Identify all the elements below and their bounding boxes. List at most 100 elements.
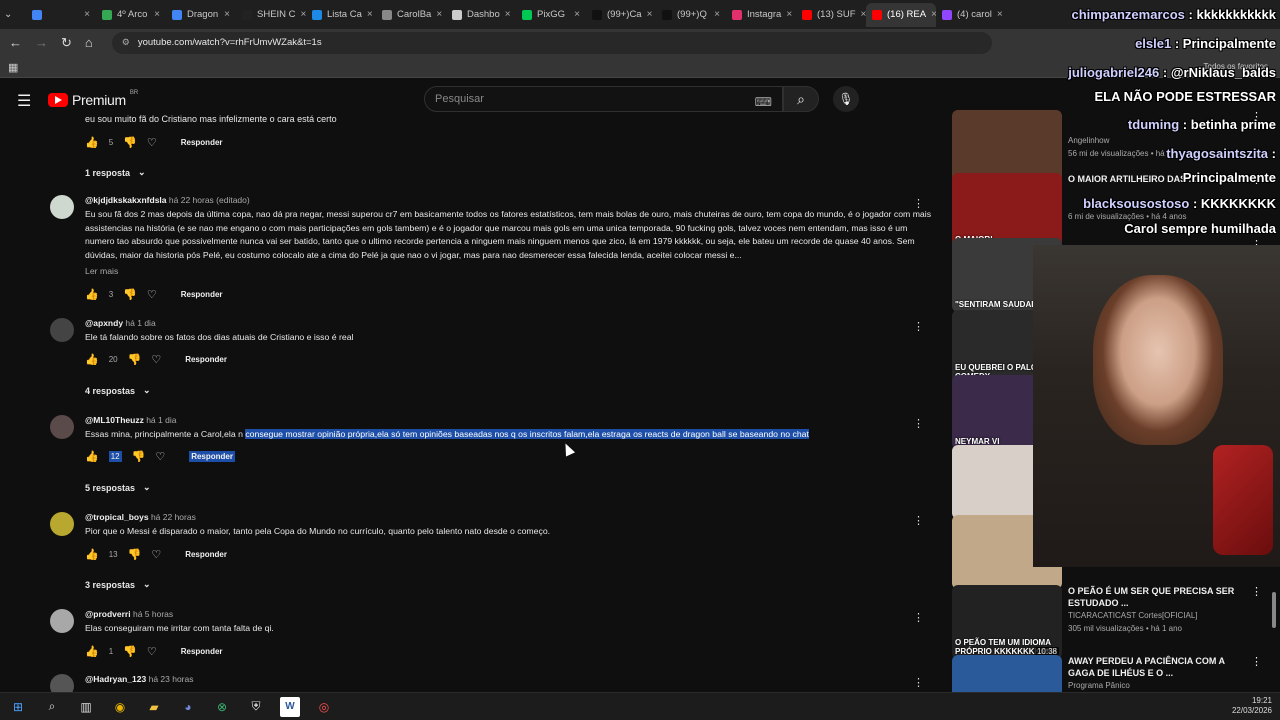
chrome-icon[interactable]: ◉ (110, 697, 130, 717)
browser-tab[interactable]: Dragon × (166, 3, 236, 27)
xbox-icon[interactable]: ⊗ (212, 697, 232, 717)
tab-close-icon[interactable]: × (154, 9, 160, 20)
dislike-icon[interactable]: 👎 (128, 353, 142, 366)
browser-tab[interactable]: Instagra × (726, 3, 796, 27)
avatar[interactable] (50, 195, 74, 219)
reply-button[interactable]: Responder (181, 290, 223, 299)
comment-author[interactable]: @prodverri há 5 horas (85, 609, 173, 619)
channel-name[interactable]: Programa Pânico (1068, 681, 1130, 690)
voice-search-button[interactable]: 🎙 (833, 86, 859, 112)
recommended-video[interactable]: AWAY PERDEU A PACIÊNCIA COM A GAGA DE IL… (952, 655, 1272, 692)
system-clock[interactable]: 19:21 22/03/2026 (1232, 696, 1272, 716)
browser-tab[interactable]: SHEIN C × (236, 3, 306, 27)
more-options-icon[interactable]: ⋮ (913, 197, 924, 210)
comment-author[interactable]: @Hadryan_123 há 23 horas (85, 674, 194, 684)
channel-name[interactable]: TICARACATICAST Cortes[OFICIAL] (1068, 611, 1198, 620)
heart-icon[interactable]: ♡ (147, 645, 157, 658)
task-view-icon[interactable]: ▥ (76, 697, 96, 717)
dislike-icon[interactable]: 👎 (132, 450, 146, 463)
browser-tab[interactable]: (99+)Q × (656, 3, 726, 27)
replies-toggle[interactable]: 1 resposta ⌄ (85, 167, 146, 178)
video-title[interactable]: AWAY PERDEU A PACIÊNCIA COM A GAGA DE IL… (1068, 655, 1248, 679)
avatar[interactable] (50, 512, 74, 536)
like-icon[interactable]: 👍 (85, 136, 99, 149)
like-icon[interactable]: 👍 (85, 645, 99, 658)
reply-button[interactable]: Responder (185, 355, 227, 364)
more-options-icon[interactable]: ⋮ (913, 676, 924, 689)
video-thumbnail[interactable]: O PEÃO TEM UM IDIOMA PRÓPRIO KKKKKKKKKKK… (952, 585, 1062, 659)
comment-author[interactable]: @ML10Theuzz há 1 dia (85, 415, 176, 425)
tab-close-icon[interactable]: × (436, 9, 442, 20)
browser-tab[interactable]: (99+)Ca × (586, 3, 656, 27)
video-thumbnail[interactable]: O MAIOR! (952, 173, 1062, 247)
discord-icon[interactable]: ◕ (178, 697, 198, 717)
browser-tab[interactable]: × (26, 3, 96, 27)
home-icon[interactable]: ⌂ (85, 35, 93, 50)
search-input[interactable]: Pesquisar ⌨ (424, 86, 783, 112)
tab-search-icon[interactable]: ⌄ (4, 9, 26, 20)
more-options-icon[interactable]: ⋮ (1251, 585, 1262, 598)
more-options-icon[interactable]: ⋮ (913, 514, 924, 527)
heart-icon[interactable]: ♡ (151, 548, 161, 561)
apps-grid-icon[interactable]: ▦ (8, 61, 18, 74)
video-title[interactable]: O PEÃO É UM SER QUE PRECISA SER ESTUDADO… (1068, 585, 1248, 609)
like-icon[interactable]: 👍 (85, 353, 99, 366)
browser-tab[interactable]: (16) REA × (866, 2, 936, 27)
back-icon[interactable]: ← (9, 35, 22, 50)
heart-icon[interactable]: ♡ (147, 136, 157, 149)
heart-icon[interactable]: ♡ (155, 450, 165, 463)
avatar[interactable] (50, 415, 74, 439)
more-options-icon[interactable]: ⋮ (913, 417, 924, 430)
file-explorer-icon[interactable]: ▰ (144, 697, 164, 717)
comment-author[interactable]: @apxndy há 1 dia (85, 318, 156, 328)
recommended-video[interactable]: O PEÃO TEM UM IDIOMA PRÓPRIO KKKKKKKKKKK… (952, 585, 1272, 665)
more-options-icon[interactable]: ⋮ (1251, 655, 1262, 668)
like-icon[interactable]: 👍 (85, 548, 99, 561)
search-button[interactable]: ⌕ (783, 86, 819, 112)
like-icon[interactable]: 👍 (85, 288, 99, 301)
dislike-icon[interactable]: 👎 (123, 645, 137, 658)
browser-tab[interactable]: Dashbo × (446, 3, 516, 27)
tab-close-icon[interactable]: × (505, 9, 511, 20)
avatar[interactable] (50, 318, 74, 342)
read-more-link[interactable]: Ler mais (85, 265, 937, 279)
tab-close-icon[interactable]: × (224, 9, 230, 20)
browser-tab[interactable]: PixGG × (516, 3, 586, 27)
tab-close-icon[interactable]: × (647, 9, 653, 20)
reply-button[interactable]: Responder (189, 451, 235, 462)
replies-toggle[interactable]: 4 respostas ⌄ (85, 385, 151, 396)
channel-name[interactable]: Angelinhow (1068, 136, 1109, 145)
avatar[interactable] (50, 609, 74, 633)
comment-author[interactable]: @kjdjdkskakxnfdsla há 22 horas (editado) (85, 195, 250, 205)
video-thumbnail[interactable] (952, 655, 1062, 692)
hamburger-menu-icon[interactable]: ☰ (17, 91, 31, 111)
windows-start-icon[interactable]: ⊞ (8, 697, 28, 717)
security-icon[interactable]: ⛨ (246, 697, 266, 717)
url-field[interactable]: ⚙ youtube.com/watch?v=rhFrUmvWZak&t=1s (111, 31, 992, 54)
replies-toggle[interactable]: 5 respostas ⌄ (85, 482, 151, 493)
reply-button[interactable]: Responder (185, 550, 227, 559)
search-icon[interactable]: ⌕ (42, 697, 62, 717)
like-icon[interactable]: 👍 (85, 450, 99, 463)
heart-icon[interactable]: ♡ (147, 288, 157, 301)
scrollbar[interactable] (1272, 592, 1276, 628)
tab-close-icon[interactable]: × (574, 9, 580, 20)
browser-tab[interactable]: (4) carol × (936, 3, 1006, 27)
more-options-icon[interactable]: ⋮ (913, 320, 924, 333)
tab-close-icon[interactable]: × (786, 9, 792, 20)
youtube-logo[interactable]: Premium BR (48, 90, 138, 108)
reply-button[interactable]: Responder (181, 138, 223, 147)
avatar[interactable] (50, 674, 74, 692)
browser-tab[interactable]: Lista Ca × (306, 3, 376, 27)
dislike-icon[interactable]: 👎 (128, 548, 142, 561)
browser-tab[interactable]: CarolBa × (376, 3, 446, 27)
tab-close-icon[interactable]: × (367, 9, 373, 20)
dislike-icon[interactable]: 👎 (123, 288, 137, 301)
more-options-icon[interactable]: ⋮ (913, 611, 924, 624)
heart-icon[interactable]: ♡ (151, 353, 161, 366)
tab-close-icon[interactable]: × (714, 9, 720, 20)
reply-button[interactable]: Responder (181, 647, 223, 656)
comment-author[interactable]: @tropical_boys há 22 horas (85, 512, 196, 522)
word-icon[interactable]: W (280, 696, 300, 717)
tab-close-icon[interactable]: × (84, 9, 90, 20)
